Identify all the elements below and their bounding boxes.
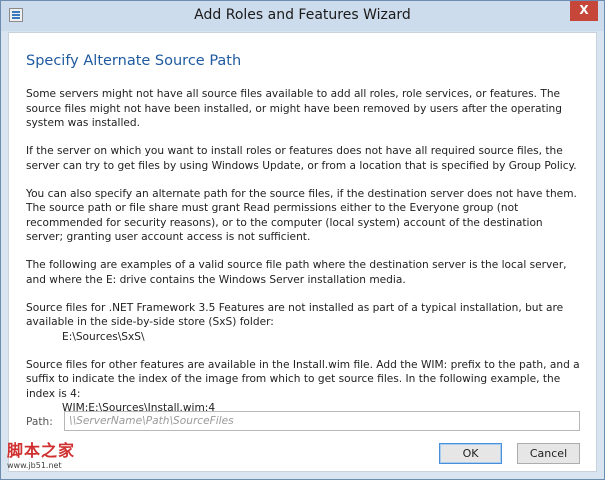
wizard-content: Specify Alternate Source Path Some serve… xyxy=(8,32,597,472)
page-title: Specify Alternate Source Path xyxy=(26,53,242,69)
path-label: Path: xyxy=(26,416,53,428)
watermark-logo: 脚本之家 www.jb51.net xyxy=(7,437,75,470)
close-button[interactable]: X xyxy=(570,1,598,21)
title-bar[interactable]: Add Roles and Features Wizard X xyxy=(1,1,604,31)
paragraph-wim: Source files for other features are avai… xyxy=(26,358,581,416)
cancel-button[interactable]: Cancel xyxy=(517,443,580,464)
paragraph-examples: The following are examples of a valid so… xyxy=(26,259,567,286)
close-icon: X xyxy=(579,3,589,17)
watermark-url: www.jb51.net xyxy=(7,461,62,470)
wizard-window: Add Roles and Features Wizard X Specify … xyxy=(0,0,605,480)
netfx-text: Source files for .NET Framework 3.5 Feat… xyxy=(26,301,564,329)
paragraph-source-files: Some servers might not have all source f… xyxy=(26,88,562,129)
paragraph-netfx: Source files for .NET Framework 3.5 Feat… xyxy=(26,301,581,345)
path-input[interactable] xyxy=(64,411,580,431)
paragraph-alternate-path: You can also specify an alternate path f… xyxy=(26,187,577,244)
description-text: Some servers might not have all source f… xyxy=(26,87,581,429)
watermark-text: 脚本之家 xyxy=(7,441,76,460)
netfx-example-path: E:\Sources\SxS\ xyxy=(62,330,145,343)
ok-button[interactable]: OK xyxy=(439,443,502,464)
wim-text: Source files for other features are avai… xyxy=(26,358,580,400)
window-title: Add Roles and Features Wizard xyxy=(194,7,411,23)
paragraph-windows-update: If the server on which you want to insta… xyxy=(26,145,577,172)
